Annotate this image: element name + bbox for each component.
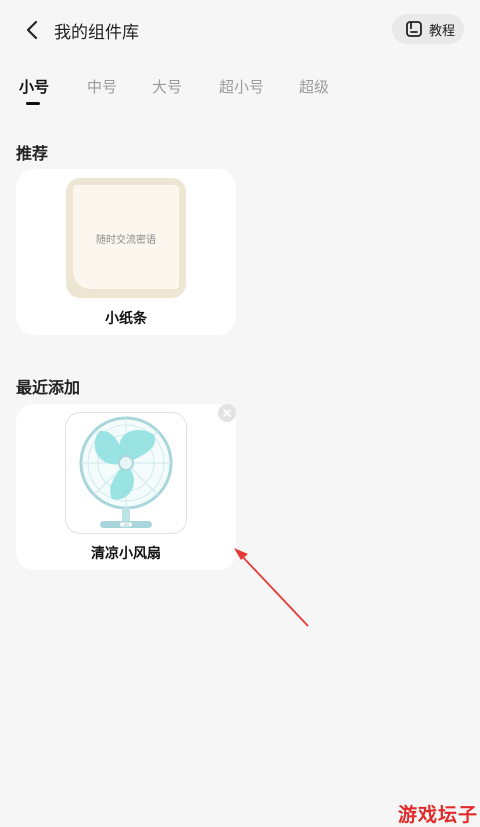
tutorial-button[interactable]: 教程 (392, 14, 464, 44)
tutorial-label: 教程 (429, 23, 456, 39)
note-paper: 随时交流密语 (73, 185, 179, 289)
fan-widget-preview: ON (66, 413, 186, 533)
tab-large[interactable]: 大号 (152, 76, 182, 97)
header-bar: 我的组件库 教程 (0, 0, 480, 60)
section-title-recommended: 推荐 (16, 144, 49, 163)
back-arrow-icon[interactable] (20, 17, 46, 43)
fan-switch-label: ON (123, 523, 129, 527)
tab-medium[interactable]: 中号 (87, 76, 117, 97)
section-title-recent: 最近添加 (16, 378, 81, 397)
widget-name-fan: 清凉小风扇 (91, 546, 161, 562)
site-watermark: 游戏坛子 (398, 804, 479, 826)
note-widget-preview: 随时交流密语 (66, 178, 186, 298)
size-tabs: 小号 中号 大号 超小号 超级 (0, 74, 480, 114)
widget-name-note: 小纸条 (105, 311, 147, 327)
book-icon (406, 21, 422, 37)
fan-icon: ON (79, 416, 173, 528)
tab-super[interactable]: 超级 (299, 76, 329, 97)
widget-card-fan[interactable]: ON 清凉小风扇 (16, 404, 236, 570)
close-icon (223, 409, 231, 417)
widget-card-note[interactable]: 随时交流密语 小纸条 (16, 169, 236, 335)
note-preview-text: 随时交流密语 (96, 235, 156, 246)
tab-extra-small[interactable]: 超小号 (219, 76, 264, 97)
annotation-arrow (234, 548, 309, 627)
tab-small[interactable]: 小号 (19, 76, 49, 97)
page-title: 我的组件库 (54, 23, 139, 43)
active-tab-indicator (26, 102, 40, 105)
remove-widget-button[interactable] (218, 404, 236, 422)
